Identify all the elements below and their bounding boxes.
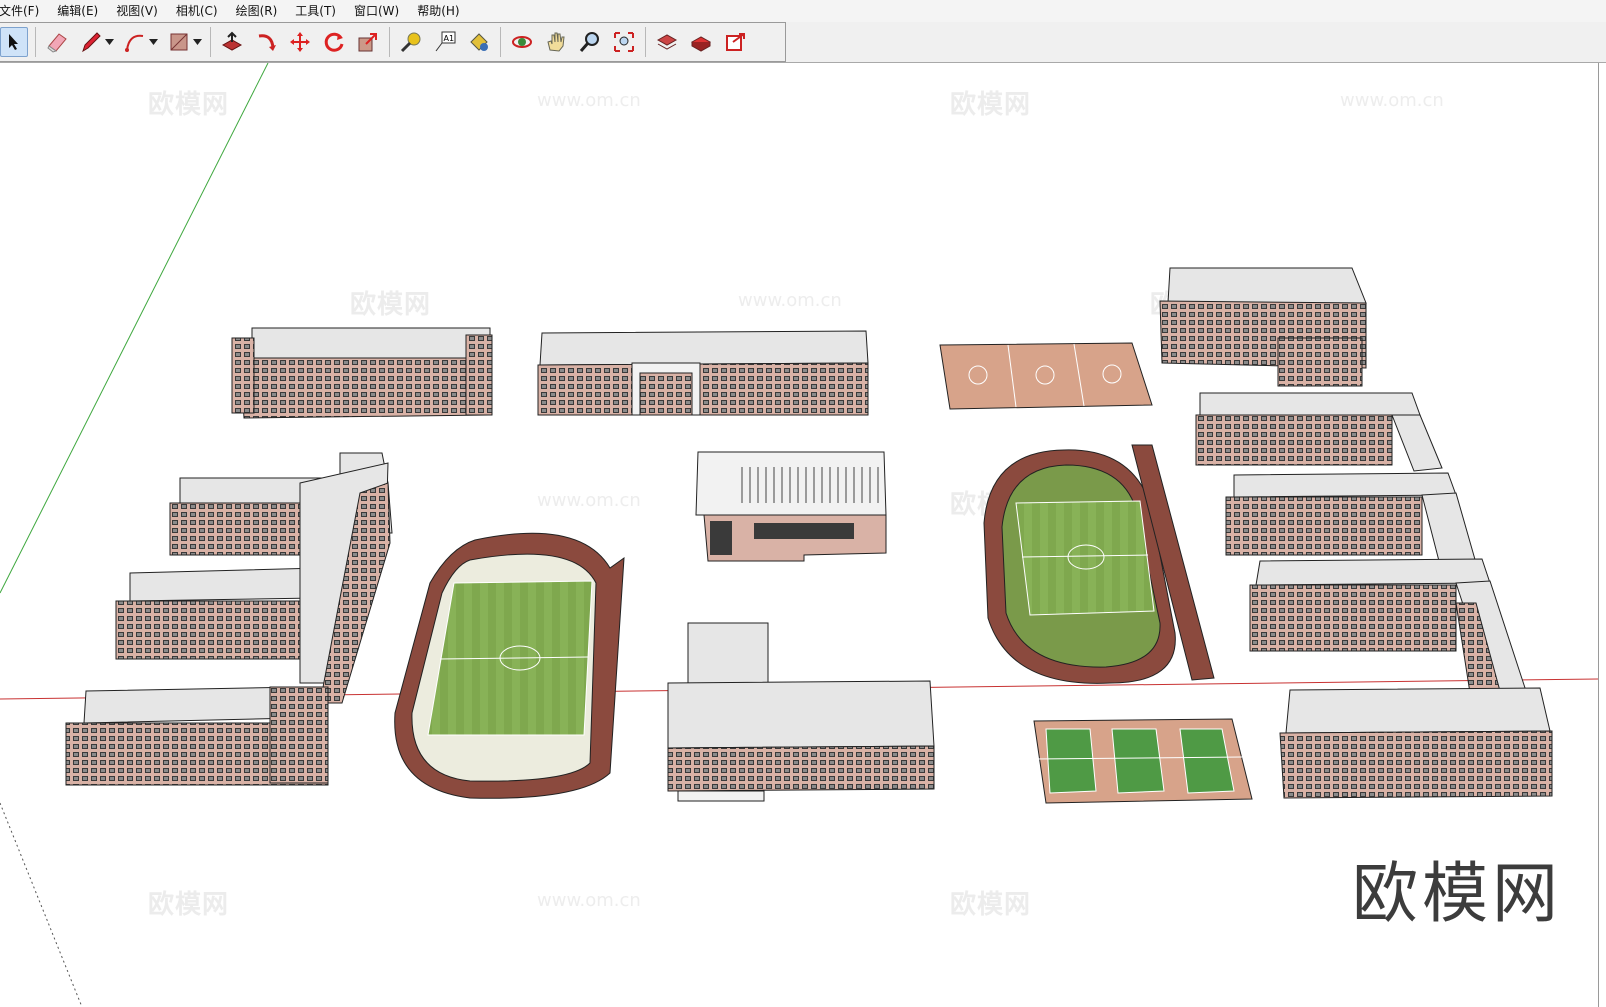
- section-icon: [656, 34, 678, 50]
- menu-help[interactable]: 帮助(H): [408, 0, 468, 22]
- pencil-dropdown[interactable]: [104, 27, 114, 57]
- dormitory-building-2[interactable]: [1195, 392, 1443, 472]
- move-icon: [290, 32, 310, 52]
- export-icon: [726, 33, 745, 51]
- zoom-tool-button[interactable]: [576, 27, 604, 57]
- eraser-tool-button[interactable]: [43, 27, 71, 57]
- brand-logo: 欧模网: [1352, 855, 1562, 932]
- rectangle-tool-button[interactable]: [165, 27, 193, 57]
- toolbar-separator: [645, 27, 646, 57]
- running-track-1[interactable]: [394, 532, 625, 799]
- push-pull-tool-button[interactable]: [218, 27, 246, 57]
- menu-window[interactable]: 窗口(W): [345, 0, 408, 22]
- section-tool-button[interactable]: [653, 27, 681, 57]
- viewport-border: [1598, 63, 1599, 1007]
- menu-tools[interactable]: 工具(T): [286, 0, 345, 22]
- follow-me-tool-button[interactable]: [252, 27, 280, 57]
- administration-building[interactable]: [537, 330, 869, 416]
- chevron-down-icon: [104, 39, 114, 45]
- zoom-extents-tool-button[interactable]: [610, 27, 638, 57]
- tennis-courts[interactable]: [1033, 718, 1253, 804]
- menu-edit[interactable]: 编辑(E): [48, 0, 107, 22]
- arc-icon: [125, 34, 144, 52]
- pencil-icon: [82, 32, 101, 53]
- dormitory-building-3[interactable]: [1225, 472, 1477, 566]
- toolbar-separator: [500, 27, 501, 57]
- move-tool-button[interactable]: [286, 27, 314, 57]
- orbit-icon: [512, 36, 532, 48]
- menu-camera[interactable]: 相机(C): [167, 0, 227, 22]
- push-pull-icon: [221, 31, 243, 51]
- toolbar-separator: [210, 27, 211, 57]
- scale-icon: [358, 33, 377, 52]
- menu-bar: 文件(F) 编辑(E) 视图(V) 相机(C) 绘图(R) 工具(T) 窗口(W…: [0, 0, 1606, 22]
- select-tool-button[interactable]: [0, 27, 28, 57]
- arc-dropdown[interactable]: [148, 27, 158, 57]
- menu-file[interactable]: 文件(F): [0, 0, 48, 22]
- zoom-icon: [579, 32, 599, 52]
- zoom-extents-icon: [614, 32, 634, 52]
- teaching-building-1[interactable]: [231, 327, 493, 419]
- export-tool-button[interactable]: [721, 27, 749, 57]
- rectangle-icon: [170, 33, 188, 51]
- pan-icon: [547, 32, 565, 52]
- arc-tool-button[interactable]: [121, 27, 149, 57]
- dormitory-building-5[interactable]: [1279, 687, 1553, 799]
- eraser-icon: [47, 33, 67, 53]
- select-icon: [9, 34, 18, 50]
- text-icon: A1: [435, 31, 456, 52]
- canteen-building[interactable]: [667, 622, 935, 802]
- component-icon: [690, 36, 712, 52]
- paint-bucket-tool-button[interactable]: [465, 27, 493, 57]
- scale-tool-button[interactable]: [354, 27, 382, 57]
- chevron-down-icon: [148, 39, 158, 45]
- pencil-tool-button[interactable]: [77, 27, 105, 57]
- component-tool-button[interactable]: [687, 27, 715, 57]
- rotate-icon: [324, 32, 344, 52]
- basketball-courts[interactable]: [939, 342, 1153, 410]
- pan-tool-button[interactable]: [542, 27, 570, 57]
- rotate-tool-button[interactable]: [320, 27, 348, 57]
- toolbar: A1: [0, 22, 1606, 63]
- teaching-building-complex[interactable]: [65, 452, 393, 786]
- rectangle-dropdown[interactable]: [192, 27, 202, 57]
- tape-measure-tool-button[interactable]: [397, 27, 425, 57]
- follow-me-icon: [258, 34, 276, 51]
- tape-measure-icon: [400, 32, 421, 53]
- svg-text:A1: A1: [444, 34, 455, 43]
- orbit-tool-button[interactable]: [508, 27, 536, 57]
- menu-view[interactable]: 视图(V): [107, 0, 167, 22]
- paint-bucket-icon: [470, 33, 488, 51]
- text-tool-button[interactable]: A1: [431, 27, 459, 57]
- toolbar-separator: [389, 27, 390, 57]
- chevron-down-icon: [192, 39, 202, 45]
- running-track-2[interactable]: [983, 444, 1215, 684]
- toolbar-separator: [35, 27, 36, 57]
- dormitory-building-4[interactable]: [1249, 558, 1527, 694]
- dormitory-building-1[interactable]: [1159, 267, 1367, 387]
- gymnasium[interactable]: [695, 451, 887, 562]
- blue-axis-dotted: [0, 802, 83, 1007]
- menu-draw[interactable]: 绘图(R): [227, 0, 287, 22]
